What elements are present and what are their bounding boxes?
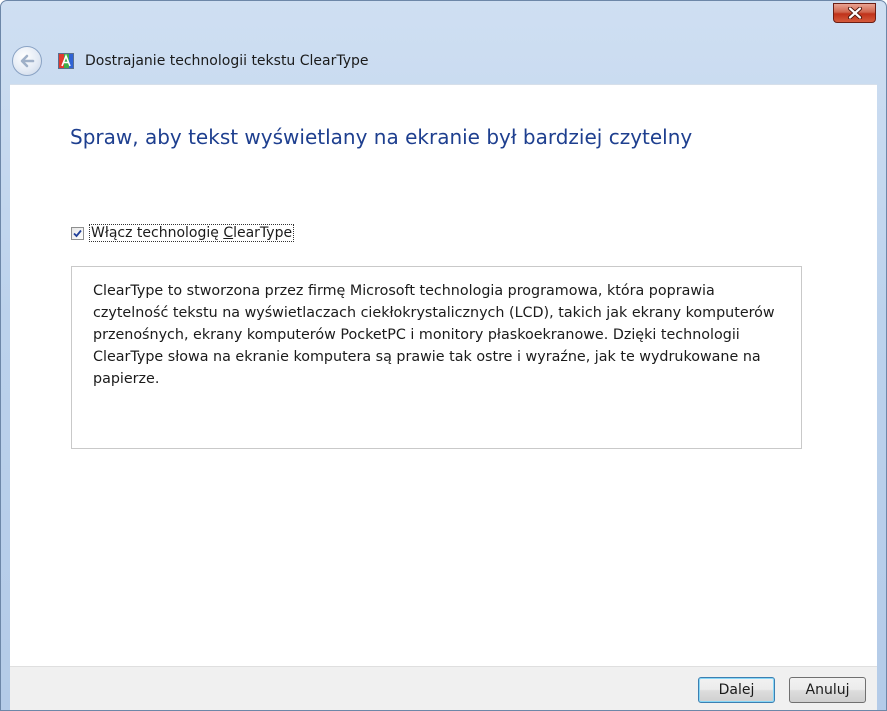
description-box: ClearType to stworzona przez firmę Micro…: [71, 266, 802, 449]
close-button[interactable]: [833, 3, 876, 23]
cleartype-checkbox[interactable]: [71, 226, 84, 240]
navigation-bar: Dostrajanie technologii tekstu ClearType: [12, 43, 369, 79]
next-button[interactable]: Dalej: [698, 677, 775, 703]
cancel-button[interactable]: Anuluj: [789, 677, 866, 703]
description-text: ClearType to stworzona przez firmę Micro…: [93, 283, 775, 387]
back-button[interactable]: [12, 46, 42, 76]
checkbox-label-before: Włącz technologię: [91, 225, 224, 241]
back-arrow-icon: [20, 54, 35, 68]
button-bar: Dalej Anuluj: [10, 666, 877, 710]
cleartype-app-icon: [58, 53, 74, 69]
checkbox-label-after: learType: [233, 225, 293, 241]
checkmark-icon: [73, 229, 82, 237]
content-area: Spraw, aby tekst wyświetlany na ekranie …: [10, 84, 877, 667]
checkbox-label-accelerator: C: [223, 225, 234, 241]
window-title: Dostrajanie technologii tekstu ClearType: [85, 53, 369, 69]
cleartype-checkbox-row[interactable]: Włącz technologię ClearType: [71, 224, 295, 242]
cleartype-checkbox-label[interactable]: Włącz technologię ClearType: [89, 224, 295, 242]
page-heading: Spraw, aby tekst wyświetlany na ekranie …: [70, 125, 693, 149]
close-icon: [847, 7, 862, 19]
wizard-window: Dostrajanie technologii tekstu ClearType…: [0, 0, 887, 711]
